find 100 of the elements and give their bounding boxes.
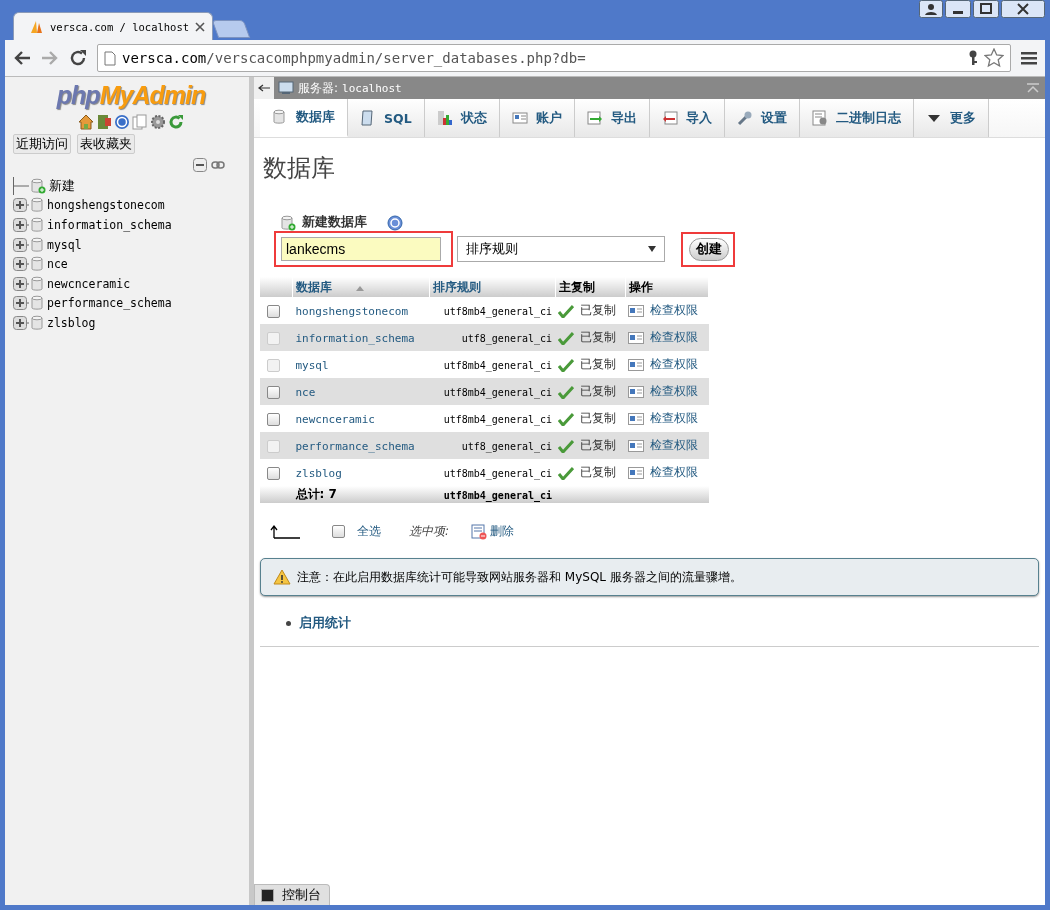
table-cell: utf8mb4_general_ci <box>443 413 553 425</box>
notice-text: 注意：在此启用数据库统计可能导致网站服务器和 MySQL 服务器之间的流量骤增。 <box>297 568 742 586</box>
check-icon <box>558 330 575 345</box>
database-link[interactable]: nce <box>295 385 316 399</box>
check-all-link[interactable]: 全选 <box>357 523 381 540</box>
maximize-icon <box>973 0 999 18</box>
tree-item[interactable]: mysql <box>47 237 82 252</box>
console-tab[interactable]: 控制台 <box>254 884 330 905</box>
arrow-up-icon <box>270 523 300 540</box>
table-cell: 已复制 <box>580 330 617 344</box>
tab[interactable]: 更多 <box>913 99 989 137</box>
database-icon <box>30 236 44 253</box>
expand-icon <box>13 295 29 312</box>
expand-icon <box>13 197 29 214</box>
favorites-button[interactable]: 表收藏夹 <box>77 134 135 154</box>
tree-item[interactable]: 新建 <box>49 176 75 195</box>
create-button[interactable]: 创建 <box>689 237 729 261</box>
log-file-icon <box>811 110 828 126</box>
id-card-icon <box>628 412 645 425</box>
database-icon <box>272 109 288 125</box>
table-cell: 已复制 <box>580 357 617 371</box>
delete-link[interactable]: 删除 <box>471 523 515 540</box>
table-cell: utf8_general_ci <box>461 440 553 452</box>
row-checkbox[interactable] <box>267 385 280 399</box>
help-icon <box>387 214 403 231</box>
collapse-all-icon <box>193 158 207 172</box>
collapse-button[interactable] <box>254 77 274 99</box>
table-cell: 已复制 <box>580 465 617 479</box>
enable-stats-link[interactable]: 启用统计 <box>299 614 351 632</box>
tree-item[interactable]: performance_schema <box>47 296 172 311</box>
forward-arrow-icon <box>41 50 59 66</box>
table-cell: 已复制 <box>580 303 617 317</box>
check-all-checkbox[interactable] <box>332 525 345 538</box>
check-icon <box>558 303 575 318</box>
database-icon <box>30 256 44 273</box>
database-link[interactable]: newcnceramic <box>295 412 375 426</box>
tree-item[interactable]: zlsblog <box>47 315 96 330</box>
database-link[interactable]: zlsblog <box>295 466 342 480</box>
tab[interactable]: 导出 <box>574 99 650 137</box>
tree-item[interactable]: newcnceramic <box>47 276 131 291</box>
tree-item[interactable]: nce <box>47 257 68 272</box>
tab[interactable]: 导入 <box>649 99 725 137</box>
link-icon <box>211 160 225 170</box>
bullet-icon <box>286 620 291 626</box>
column-header: 操作 <box>628 279 653 294</box>
console-icon <box>261 888 274 902</box>
expand-icon <box>13 314 29 331</box>
collapse-up-icon <box>1027 83 1039 93</box>
settings-icon <box>150 114 166 130</box>
id-card-icon <box>628 304 645 317</box>
minimize-icon <box>945 0 971 18</box>
tab[interactable]: 数据库 <box>260 99 348 137</box>
delete-icon <box>471 523 488 540</box>
database-icon <box>30 314 44 331</box>
new-tab-button[interactable] <box>211 20 251 38</box>
address-bar[interactable]: versca.com/verscacomphpmyadmin/server_databases.php?db= <box>97 44 1011 72</box>
id-card-icon <box>628 385 645 398</box>
phpmyadmin-logo[interactable]: phpMyAdmin <box>56 81 206 110</box>
tab[interactable]: 账户 <box>499 99 575 137</box>
help-icon <box>114 114 130 130</box>
home-icon <box>78 114 94 130</box>
check-privileges-link[interactable]: 检查权限 <box>650 465 699 479</box>
tab[interactable]: SQL <box>348 99 425 137</box>
recent-button[interactable]: 近期访问 <box>13 134 71 154</box>
dropdown-arrow-icon <box>648 246 656 252</box>
import-icon <box>661 110 678 126</box>
table-cell: utf8mb4_general_ci <box>443 489 553 501</box>
new-database-icon <box>280 214 296 231</box>
close-icon <box>1001 0 1045 18</box>
table-cell: 已复制 <box>580 384 617 398</box>
expand-icon <box>13 217 29 233</box>
database-link[interactable]: hongshengstonecom <box>295 304 409 318</box>
tab[interactable]: 状态 <box>424 99 500 137</box>
column-header[interactable]: 数据库 <box>296 279 332 294</box>
server-link[interactable]: localhost <box>342 81 402 95</box>
row-checkbox[interactable] <box>267 304 280 318</box>
database-name-field[interactable]: lankecms <box>281 237 441 261</box>
row-checkbox[interactable] <box>267 412 280 426</box>
check-privileges-link[interactable]: 检查权限 <box>650 411 699 425</box>
tree-item[interactable]: information_schema <box>47 218 172 232</box>
database-icon <box>30 275 44 292</box>
id-card-icon <box>628 439 645 452</box>
star-icon <box>984 48 1004 68</box>
table-cell: 已复制 <box>580 438 617 452</box>
check-icon <box>558 357 575 372</box>
tree-item[interactable]: hongshengstonecom <box>47 198 165 213</box>
documents-icon <box>132 114 148 130</box>
browser-tab[interactable]: versca.com / localhost <box>13 12 213 40</box>
expand-icon <box>13 275 29 292</box>
row-checkbox[interactable] <box>267 466 280 480</box>
table-cell: utf8_general_ci <box>461 332 553 344</box>
check-icon <box>558 438 575 453</box>
table-cell: utf8mb4_general_ci <box>443 386 553 398</box>
table-cell: utf8mb4_general_ci <box>443 305 553 317</box>
tab[interactable]: 设置 <box>724 99 800 137</box>
table-cell: utf8mb4_general_ci <box>443 359 553 371</box>
tab[interactable]: 二进制日志 <box>799 99 914 137</box>
check-privileges-link[interactable]: 检查权限 <box>650 303 699 317</box>
table-cell: utf8mb4_general_ci <box>443 467 553 479</box>
collation-dropdown[interactable]: 排序规则 <box>457 236 665 262</box>
